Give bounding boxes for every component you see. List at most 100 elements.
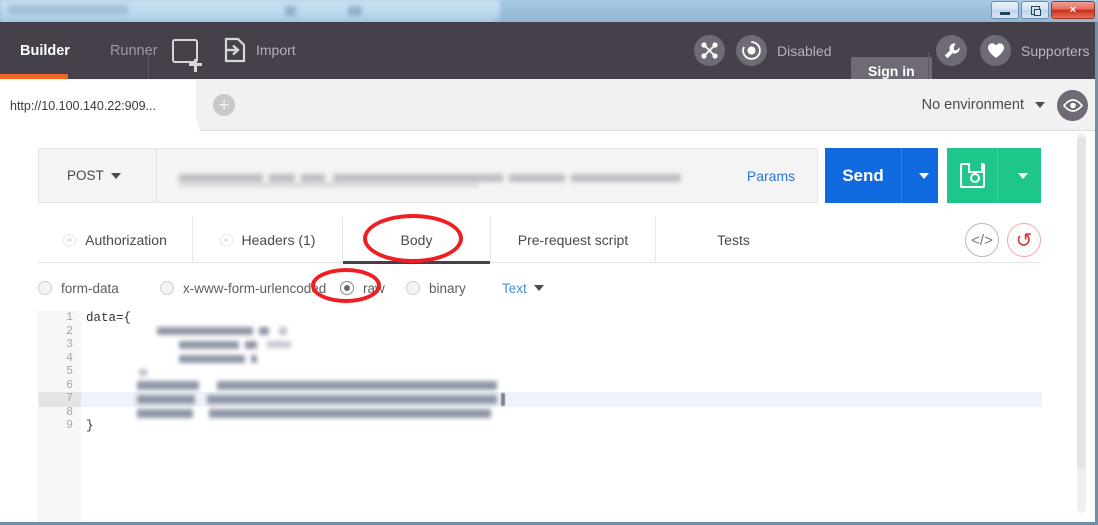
minimize-icon [1000, 11, 1010, 15]
os-title-ghost-dot-2 [348, 6, 362, 16]
tab-headers-label: Headers (1) [241, 232, 316, 248]
import-label: Import [256, 42, 296, 58]
redacted-token [179, 341, 239, 349]
send-button[interactable]: Send [825, 148, 901, 203]
body-format-label: Text [502, 280, 527, 296]
tab-authorization[interactable]: Authorization [38, 217, 193, 263]
restore-icon [1030, 5, 1041, 16]
redacted-token [139, 369, 147, 376]
os-title-text-redacted [8, 5, 128, 14]
new-window-icon [172, 39, 202, 72]
wrench-icon [936, 35, 967, 66]
vertical-scrollbar-thumb[interactable] [1077, 137, 1086, 469]
eye-icon [1062, 98, 1083, 112]
body-type-urlencoded[interactable]: x-www-form-urlencoded [160, 281, 340, 296]
add-tab-button[interactable]: + [213, 94, 235, 116]
nav-builder-label: Builder [20, 42, 70, 59]
restore-button[interactable] [1021, 1, 1049, 19]
editor-caret [501, 393, 505, 406]
environment-label: No environment [921, 97, 1024, 113]
request-builder-panel: POST Params Send Authorization Headers (… [0, 131, 1098, 525]
new-window-button[interactable] [172, 39, 202, 72]
line-number: 4 [66, 351, 73, 365]
settings-button[interactable] [936, 35, 967, 66]
chevron-down-icon [1018, 172, 1028, 179]
chevron-down-icon [918, 172, 929, 179]
minimize-button[interactable] [991, 1, 1019, 19]
status-dot-icon [219, 233, 233, 247]
share-button[interactable] [694, 35, 725, 66]
reset-arrow-icon: ↺ [1015, 229, 1033, 252]
active-mode-underline [0, 74, 68, 79]
request-tab-active[interactable]: http://10.100.140.22:909... [0, 80, 196, 131]
tab-pre-request-script-label: Pre-request script [517, 232, 629, 248]
code-snippet-button[interactable]: </> [965, 223, 999, 257]
tab-pre-request-script[interactable]: Pre-request script [491, 217, 656, 263]
body-format-selector[interactable]: Text [502, 281, 544, 296]
redacted-token [245, 341, 257, 349]
line-number: 1 [66, 311, 73, 324]
tab-headers[interactable]: Headers (1) [193, 217, 343, 263]
request-sections-tabs: Authorization Headers (1) Body Pre-reque… [38, 217, 1041, 264]
sign-in-label: Sign in [868, 62, 915, 79]
save-button[interactable] [947, 148, 997, 203]
send-label: Send [842, 165, 884, 185]
http-method-selector[interactable]: POST [39, 149, 157, 202]
request-tab-strip: http://10.100.140.22:909... + No environ… [0, 79, 1098, 131]
nav-builder[interactable]: Builder [0, 22, 90, 79]
chevron-down-icon [1035, 102, 1045, 109]
radio-icon [406, 281, 420, 295]
redacted-token [267, 341, 291, 348]
redacted-token [207, 395, 497, 404]
url-input[interactable] [157, 149, 817, 202]
close-icon: × [1069, 3, 1077, 16]
body-type-binary[interactable]: binary [406, 281, 502, 296]
tab-tests[interactable]: Tests [656, 217, 811, 263]
body-type-form-data[interactable]: form-data [38, 281, 160, 296]
line-number: 5 [66, 365, 73, 378]
nav-runner[interactable]: Runner [90, 22, 178, 79]
body-type-binary-label: binary [429, 280, 466, 296]
redacted-token [137, 409, 193, 418]
floppy-disk-icon [959, 162, 985, 188]
plus-icon: + [218, 94, 230, 116]
editor-line-9: } [86, 419, 94, 433]
http-method-label: POST [67, 168, 104, 183]
redacted-token [259, 327, 269, 335]
sync-status-label: Disabled [777, 42, 832, 59]
params-label: Params [746, 167, 796, 184]
body-type-raw[interactable]: raw [340, 281, 406, 296]
body-type-form-data-label: form-data [61, 280, 119, 296]
chevron-down-icon [110, 172, 121, 179]
os-title-ghost-dot-1 [285, 6, 296, 16]
redacted-token [137, 381, 199, 390]
tab-tests-label: Tests [717, 232, 750, 248]
environment-selector[interactable]: No environment [922, 97, 1045, 113]
url-bar: POST [38, 148, 818, 203]
tab-body-label: Body [400, 232, 433, 248]
line-number: 6 [66, 378, 73, 392]
environment-quick-look-button[interactable] [1057, 89, 1088, 121]
os-title-bar: × [0, 0, 1098, 22]
body-type-options: form-data x-www-form-urlencoded raw bina… [38, 271, 544, 305]
status-dot-icon [63, 233, 77, 247]
body-type-raw-label: raw [363, 280, 385, 296]
save-options-button[interactable] [997, 148, 1041, 203]
raw-body-editor[interactable]: 1 2 3 4 5 6 7 8 9 data={ } [38, 311, 1042, 525]
redacted-token [137, 395, 195, 404]
sync-status-button[interactable]: Disabled [736, 35, 831, 66]
environment-zone: No environment [922, 79, 1088, 131]
mode-nav: Builder Runner [0, 22, 178, 79]
vertical-scrollbar-track[interactable] [1077, 133, 1086, 513]
supporters-button[interactable]: Supporters [980, 35, 1089, 66]
params-link[interactable]: Params [724, 148, 818, 203]
editor-gutter: 1 2 3 4 5 6 7 8 9 [39, 311, 81, 525]
tab-body[interactable]: Body [343, 217, 491, 264]
close-button[interactable]: × [1051, 1, 1095, 19]
radio-icon [160, 281, 174, 295]
reset-button[interactable]: ↺ [1007, 223, 1041, 257]
share-nodes-icon [694, 35, 725, 66]
import-button[interactable]: Import [224, 37, 296, 63]
import-icon [224, 37, 246, 63]
send-options-button[interactable] [901, 148, 938, 203]
